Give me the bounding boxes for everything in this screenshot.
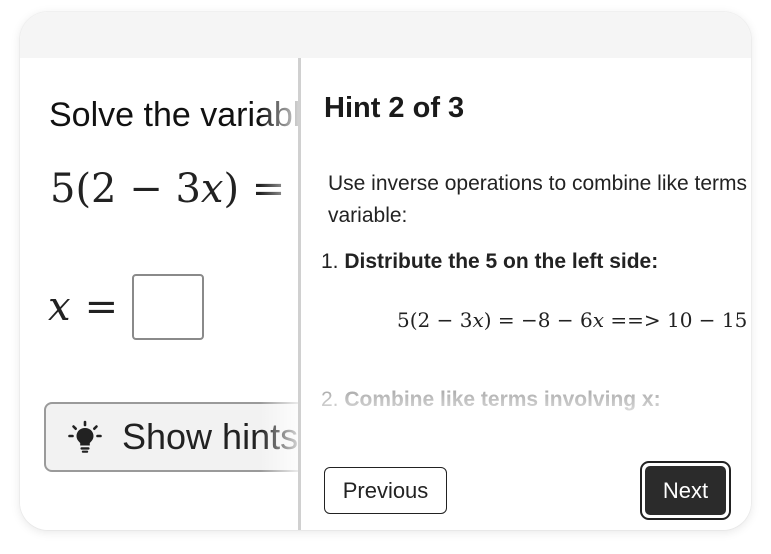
hint-step-1-number: 1. <box>321 250 339 273</box>
equation-coefficient: 5 <box>50 166 76 212</box>
question-text: Solve the variable <box>49 96 300 134</box>
hint-math-part-1: 5(2 − 3 <box>397 308 473 332</box>
answer-input[interactable] <box>132 274 205 340</box>
equation-paren-close: ) <box>223 166 240 212</box>
lightbulb-icon <box>68 420 102 453</box>
hint-math: 5(2 − 3x) = −8 − 6x ==> 10 − 15 <box>397 308 747 332</box>
hint-step-2: 2. Combine like terms involving x: <box>321 388 661 412</box>
hint-step-1-text: Distribute the 5 on the left side: <box>344 250 659 273</box>
answer-row: x = <box>48 272 205 342</box>
hint-math-part-2: ) = −8 − 6 <box>483 308 593 332</box>
hint-math-var-2: x <box>592 308 604 332</box>
hint-intro: Use inverse operations to combine like t… <box>328 168 751 232</box>
hint-math-part-3: ==> 10 − 15 <box>603 308 748 332</box>
exercise-pane: Solve the variable 5(2 − 3x) = x = Show … <box>20 58 300 530</box>
hint-title: Hint 2 of 3 <box>324 92 465 124</box>
show-hints-label: Show hints <box>122 416 299 457</box>
equation-equals: = <box>251 166 286 212</box>
hint-step-2-text: Combine like terms involving x: <box>344 388 661 411</box>
answer-variable: x <box>48 284 71 330</box>
equation: 5(2 − 3x) = <box>50 166 285 212</box>
hint-intro-line-1: Use inverse operations to combine like t… <box>328 172 751 195</box>
hint-intro-line-2: variable: <box>328 204 408 227</box>
equation-variable: x <box>200 166 224 212</box>
exercise-card: Solve the variable 5(2 − 3x) = x = Show … <box>20 12 751 530</box>
hint-math-var-1: x <box>472 308 484 332</box>
card-top-bar <box>20 12 751 58</box>
equation-paren-open: (2 − 3 <box>75 166 201 212</box>
hint-panel: Hint 2 of 3 Use inverse operations to co… <box>301 58 751 530</box>
hint-step-2-number: 2. <box>321 388 339 411</box>
previous-button[interactable]: Previous <box>324 467 447 514</box>
show-hints-button[interactable]: Show hints <box>44 402 300 472</box>
hint-step-1: 1. Distribute the 5 on the left side: <box>321 250 658 274</box>
answer-equals: = <box>84 284 119 330</box>
next-button[interactable]: Next <box>645 466 726 515</box>
